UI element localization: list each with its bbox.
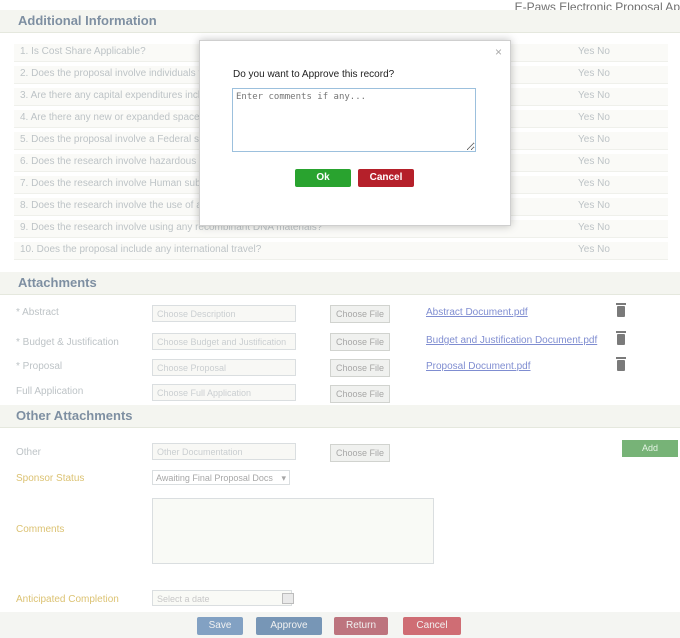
dialog-comment-input[interactable] bbox=[232, 88, 476, 152]
approve-dialog: × Do you want to Approve this record? Ok… bbox=[199, 40, 511, 226]
dialog-cancel-button[interactable]: Cancel bbox=[358, 169, 414, 187]
dialog-question: Do you want to Approve this record? bbox=[233, 69, 395, 80]
proposal-page: E-Paws Electronic Proposal Ap Additional… bbox=[0, 0, 680, 638]
close-icon[interactable]: × bbox=[495, 45, 502, 59]
ok-button[interactable]: Ok bbox=[295, 169, 351, 187]
